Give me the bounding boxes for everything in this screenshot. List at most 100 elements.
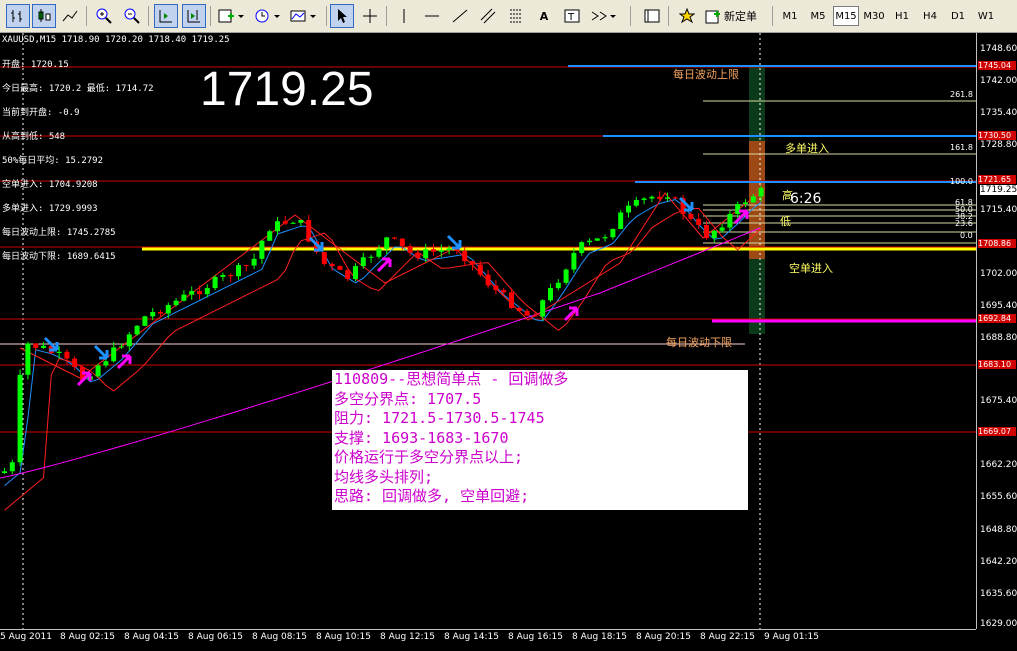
alerts-icon[interactable] (675, 4, 699, 28)
blue-arrow-icon (93, 344, 109, 360)
candle-body (158, 312, 163, 314)
price-label: 1742.00 (980, 76, 1017, 86)
candle-body (353, 266, 358, 280)
timeframe-m5[interactable]: M5 (805, 6, 831, 26)
magenta-arrow-icon (116, 354, 132, 370)
candle-body (407, 246, 413, 253)
candle-body (641, 198, 647, 201)
time-label: 8 Aug 02:15 (60, 632, 115, 642)
price-tag: 1745.04 (978, 61, 1016, 70)
price-label: 1748.60 (980, 44, 1017, 54)
timeframe-d1[interactable]: D1 (945, 6, 971, 26)
new-order-button[interactable]: 新定单 (705, 4, 765, 28)
countdown-label: 6:26 (790, 191, 822, 207)
line-chart-icon[interactable] (58, 4, 82, 28)
periods-icon[interactable] (252, 4, 282, 28)
timeframe-m15[interactable]: M15 (833, 6, 859, 26)
candle-body (470, 261, 475, 265)
note-line: 多空分界点: 1707.5 (334, 389, 482, 408)
text-tool-icon[interactable]: A (532, 4, 556, 28)
templates-icon[interactable] (288, 4, 318, 28)
time-label: 8 Aug 10:15 (316, 632, 371, 642)
arrows-icon[interactable] (588, 4, 618, 28)
candle-body (516, 307, 522, 311)
candle-body (665, 197, 670, 199)
candle-body (243, 265, 249, 267)
candle-body (321, 252, 327, 264)
price-tag: 1708.86 (978, 239, 1016, 248)
candle-body (618, 212, 624, 230)
price-axis[interactable]: 1748.60 1745.04 1742.00 1735.40 1730.50 … (976, 33, 1017, 629)
candle-body (438, 250, 444, 252)
magenta-arrow-icon (376, 257, 392, 273)
candle-body (532, 315, 538, 317)
note-line: 均线多头排列; (334, 467, 434, 486)
bar-chart-icon[interactable] (6, 4, 30, 28)
timeframe-h1[interactable]: H1 (889, 6, 915, 26)
chart-shift-icon[interactable] (182, 4, 206, 28)
note-line: 110809--思想简单点 - 回调做多 (334, 370, 569, 388)
low-label: 低 (780, 215, 791, 228)
price-label: 1715.40 (980, 205, 1017, 215)
candle-body (275, 221, 280, 232)
candle-body (477, 264, 483, 275)
text-label-icon[interactable]: T (560, 4, 584, 28)
candlestick-chart-icon[interactable] (32, 4, 56, 28)
time-zone-green (749, 66, 765, 141)
timeframe-w1[interactable]: W1 (973, 6, 999, 26)
candle-body (189, 291, 195, 295)
candle-body (704, 224, 709, 239)
trendline-icon[interactable] (448, 4, 472, 28)
candle-body (150, 312, 156, 317)
price-tag: 1683.10 (978, 360, 1016, 369)
timeframe-m30[interactable]: M30 (861, 6, 887, 26)
candle-body (555, 282, 561, 289)
chart-area[interactable]: XAUUSD,M15 1718.90 1720.20 1718.40 1719.… (0, 33, 976, 629)
candle-body (72, 358, 78, 368)
svg-text:T: T (567, 12, 575, 23)
fibonacci-icon[interactable] (504, 4, 528, 28)
current-price-tag: 1719.25 (980, 185, 1017, 195)
channel-icon[interactable] (476, 4, 500, 28)
navigator-icon[interactable] (640, 4, 664, 28)
candle-body (719, 227, 725, 231)
time-label: 8 Aug 16:15 (508, 632, 563, 642)
candle-body (493, 285, 499, 291)
price-label: 1642.20 (980, 557, 1017, 567)
candle-body (758, 188, 764, 197)
candle-body (610, 229, 616, 238)
auto-scroll-icon[interactable] (154, 4, 178, 28)
note-line: 价格运行于多空分界点以上; (334, 448, 524, 466)
candle-body (743, 202, 748, 205)
new-order-icon (705, 8, 721, 24)
big-price: 1719.25 (200, 63, 374, 116)
zoom-out-icon[interactable] (120, 4, 144, 28)
timeframe-m1[interactable]: M1 (777, 6, 803, 26)
indicators-icon[interactable] (216, 4, 246, 28)
time-label: 8 Aug 20:15 (636, 632, 691, 642)
candle-body (696, 218, 702, 225)
zoom-in-icon[interactable] (92, 4, 116, 28)
daily-lower-label: 每日波动下限 (666, 336, 732, 349)
time-axis[interactable]: 5 Aug 2011 8 Aug 02:15 8 Aug 04:15 8 Aug… (0, 629, 976, 651)
candle-body (337, 266, 343, 270)
horizontal-line-icon[interactable] (420, 4, 444, 28)
candle-body (329, 263, 335, 267)
timeframe-h4[interactable]: H4 (917, 6, 943, 26)
candle-body (228, 274, 234, 277)
candle-body (672, 197, 678, 199)
cursor-icon[interactable] (330, 4, 354, 28)
note-line: 阻力: 1721.5-1730.5-1745 (334, 409, 545, 427)
candle-body (376, 248, 382, 257)
candle-body (165, 305, 171, 314)
candle-body (126, 334, 132, 347)
crosshair-icon[interactable] (358, 4, 382, 28)
candle-body (173, 300, 179, 306)
candle-body (594, 238, 600, 241)
candle-body (446, 248, 452, 251)
candle-body (633, 200, 639, 206)
price-chart (0, 33, 976, 629)
vertical-line-icon[interactable] (392, 4, 416, 28)
price-label: 1675.40 (980, 396, 1017, 406)
candle-body (64, 351, 70, 359)
